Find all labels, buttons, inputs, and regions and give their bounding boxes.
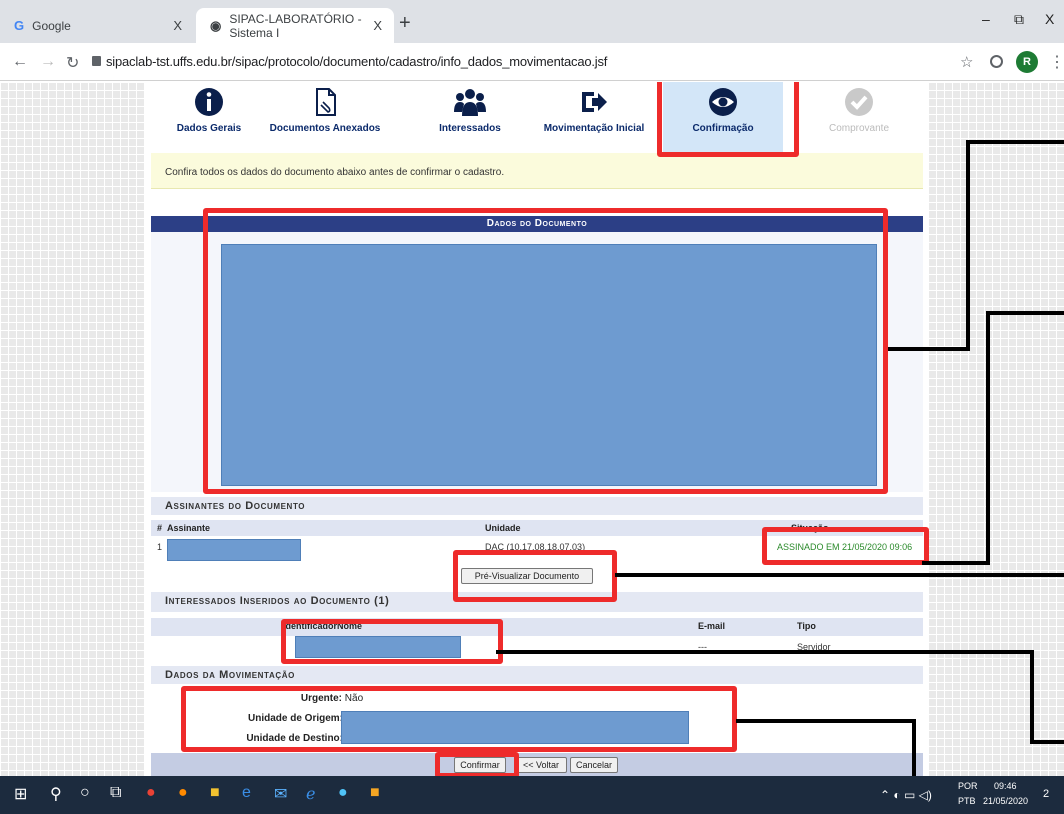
menu-kebab-icon[interactable]: ⋮ (1049, 52, 1064, 72)
chrome-icon[interactable]: ● (146, 784, 156, 802)
step-dados-gerais[interactable]: Dados Gerais (149, 82, 269, 134)
interessados-table-header: Identificador Nome E-mail Tipo (151, 618, 923, 636)
callout-line (736, 719, 916, 723)
minimize-button[interactable]: – (982, 11, 990, 27)
annotation-box-units (181, 686, 737, 752)
step-label: Comprovante (828, 123, 890, 134)
step-interessados[interactable]: Interessados (410, 82, 530, 134)
step-movimentacao-inicial[interactable]: Movimentação Inicial (534, 82, 654, 134)
annotation-box-document-data (203, 208, 888, 494)
restore-button[interactable]: ⧉ (1014, 11, 1024, 28)
col-unidade: Unidade (485, 523, 521, 533)
close-window-button[interactable]: X (1045, 11, 1054, 27)
url-field[interactable]: sipaclab-tst.uffs.edu.br/sipac/protocolo… (106, 54, 607, 69)
tab-label: Google (32, 18, 71, 33)
file-explorer-icon[interactable]: ■ (210, 784, 220, 802)
callout-line (615, 573, 1064, 577)
google-icon: G (14, 18, 25, 33)
annotation-box-confirmacao (657, 82, 799, 157)
windows-taskbar: ⊞ ⚲ ○ ⧉ ● ● ■ e ✉ ℯ ● ■ ⌃ ◐ ▭ ◁) POR PTB… (0, 776, 1064, 814)
check-icon (845, 88, 873, 116)
close-tab-icon[interactable]: X (173, 18, 182, 33)
globe-icon: ◉ (210, 17, 222, 33)
col-email: E-mail (698, 621, 726, 631)
section-movimentacao: Dados da Movimentação (151, 666, 923, 684)
mail-icon[interactable]: ✉ (274, 784, 287, 804)
step-comprovante: Comprovante (799, 82, 919, 134)
browser-tab-bar: G Google X ◉ SIPAC-LABORATÓRIO - Sistema… (0, 0, 1064, 43)
back-arrow-icon[interactable]: ← (12, 53, 28, 71)
callout-line (966, 140, 970, 351)
callout-line (986, 311, 1064, 315)
document-icon (316, 88, 336, 116)
annotation-box-preview (453, 550, 617, 602)
windows-start-icon[interactable]: ⊞ (14, 784, 27, 804)
screen: G Google X ◉ SIPAC-LABORATÓRIO - Sistema… (0, 0, 1064, 814)
callout-line (1030, 740, 1064, 744)
background-pattern (0, 82, 145, 776)
redacted-signer-name (167, 539, 301, 561)
annotation-box-signed-status (762, 527, 929, 565)
forward-arrow-icon[interactable]: → (40, 53, 56, 71)
row-num: 1 (157, 542, 163, 552)
section-assinantes: Assinantes do Documento (151, 497, 923, 515)
close-tab-icon[interactable]: X (373, 18, 382, 33)
cortana-icon[interactable]: ○ (80, 784, 90, 802)
address-bar: ← → ↻ sipaclab-tst.uffs.edu.br/sipac/pro… (0, 43, 1064, 81)
callout-line (1030, 650, 1034, 744)
tab-google[interactable]: G Google X (14, 8, 194, 43)
lock-icon (92, 56, 101, 66)
app-icon[interactable]: ■ (370, 784, 380, 802)
new-tab-button[interactable]: + (399, 13, 411, 33)
language-top[interactable]: POR (958, 781, 978, 791)
reload-icon[interactable]: ↻ (66, 53, 79, 73)
profile-avatar[interactable]: R (1016, 51, 1038, 73)
language-bottom[interactable]: PTB (958, 796, 976, 806)
exit-icon (582, 92, 607, 112)
annotation-box-confirm (435, 752, 519, 776)
step-label: Interessados (439, 123, 501, 134)
col-assinante: Assinante (167, 523, 211, 533)
clock-time[interactable]: 09:46 (994, 781, 1017, 791)
callout-line (986, 311, 990, 565)
firefox-icon[interactable]: ● (178, 784, 188, 802)
app-icon[interactable]: ● (338, 784, 348, 802)
annotation-box-interested (281, 619, 503, 664)
callout-line (922, 561, 990, 565)
tray-icons[interactable]: ⌃ ◐ ▭ ◁) (880, 788, 932, 802)
step-documentos-anexados[interactable]: Documentos Anexados (265, 82, 385, 134)
edge-icon[interactable]: e (242, 784, 251, 802)
step-label: Dados Gerais (176, 123, 242, 134)
tab-label: SIPAC-LABORATÓRIO - Sistema I (229, 11, 362, 40)
back-button[interactable]: << Voltar (515, 757, 567, 773)
callout-line (496, 650, 1034, 654)
info-icon (195, 88, 223, 116)
task-view-icon[interactable]: ⧉ (110, 784, 121, 802)
callout-line (888, 347, 970, 351)
page-viewport: Dados Gerais Documentos Anexados Interes… (0, 82, 1064, 776)
page-content: Dados Gerais Documentos Anexados Interes… (145, 82, 929, 776)
search-icon[interactable]: ⚲ (50, 784, 62, 804)
step-label: Documentos Anexados (269, 123, 381, 134)
col-tipo: Tipo (797, 621, 816, 631)
notification-count[interactable]: 2 (1043, 788, 1049, 800)
step-label: Movimentação Inicial (543, 123, 645, 134)
col-num: # (157, 523, 163, 533)
internet-explorer-icon[interactable]: ℯ (306, 784, 315, 804)
clock-date[interactable]: 21/05/2020 (983, 796, 1028, 806)
people-icon (454, 89, 486, 116)
background-pattern (928, 82, 1064, 776)
confirm-notice: Confira todos os dados do documento abai… (151, 153, 923, 189)
cancel-button[interactable]: Cancelar (570, 757, 618, 773)
callout-line (966, 140, 1064, 144)
tab-sipac[interactable]: ◉ SIPAC-LABORATÓRIO - Sistema I X (196, 8, 394, 43)
bookmark-star-icon[interactable]: ☆ (960, 53, 973, 71)
extension-icon[interactable] (990, 55, 1003, 68)
